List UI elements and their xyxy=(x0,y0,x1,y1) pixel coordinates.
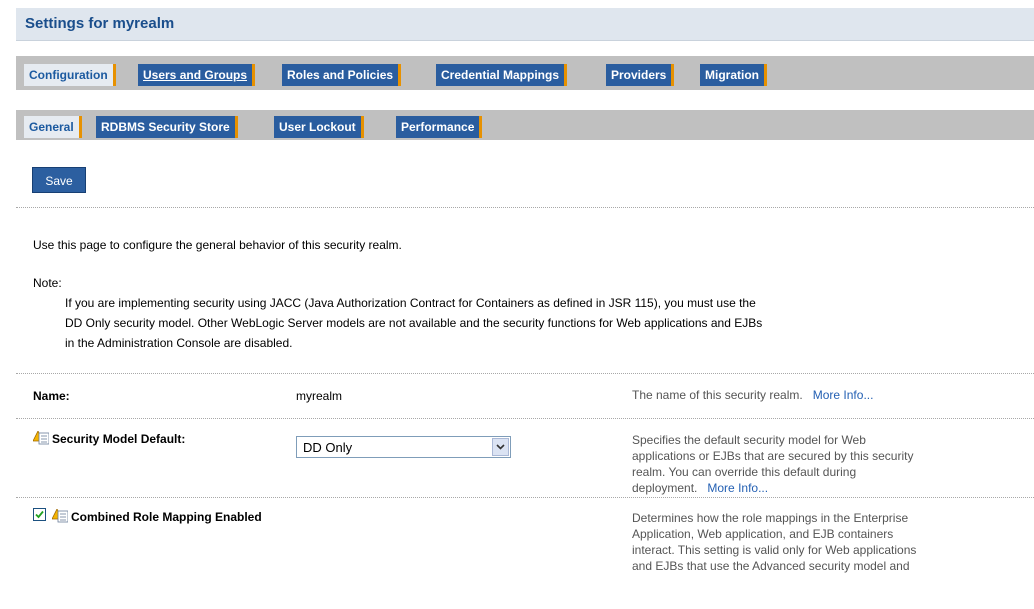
tab-configuration[interactable]: Configuration xyxy=(24,64,116,86)
name-value: myrealm xyxy=(296,389,343,403)
name-help: The name of this security realm. More In… xyxy=(632,387,873,403)
security-model-help-line: deployment. More Info... xyxy=(632,481,769,495)
tab-credential-mappings[interactable]: Credential Mappings xyxy=(436,64,568,86)
combined-role-help: Determines how the role mappings in the … xyxy=(632,510,916,574)
page-title: Settings for myrealm xyxy=(25,15,175,32)
dynamic-setting-icon xyxy=(32,430,50,445)
combined-role-help-line: interact. This setting is valid only for… xyxy=(632,543,917,557)
tab-user-lockout[interactable]: User Lockout xyxy=(274,116,364,138)
name-more-info-link[interactable]: More Info... xyxy=(813,388,874,402)
security-model-help-line: Specifies the default security model for… xyxy=(632,433,866,447)
security-model-select[interactable]: DD Only xyxy=(296,436,511,458)
tab-rdbms-security-store[interactable]: RDBMS Security Store xyxy=(96,116,238,138)
security-model-selected: DD Only xyxy=(303,440,353,455)
save-button[interactable]: Save xyxy=(32,167,86,193)
divider xyxy=(16,373,1034,375)
note-line-2: DD Only security model. Other WebLogic S… xyxy=(65,316,763,330)
security-model-label-text: Security Model Default: xyxy=(52,432,186,446)
note-label: Note: xyxy=(33,276,62,290)
page-header: Settings for myrealm xyxy=(16,8,1034,41)
name-help-text: The name of this security realm. xyxy=(632,388,803,402)
tab-performance[interactable]: Performance xyxy=(396,116,483,138)
tab-providers[interactable]: Providers xyxy=(606,64,675,86)
chevron-down-icon[interactable] xyxy=(492,438,509,456)
divider xyxy=(16,207,1034,208)
combined-role-label: Combined Role Mapping Enabled xyxy=(51,508,262,524)
tab-roles-and-policies[interactable]: Roles and Policies xyxy=(282,64,402,86)
security-model-help: Specifies the default security model for… xyxy=(632,432,913,496)
page-description: Use this page to configure the general b… xyxy=(33,238,402,252)
main-tab-bar: Configuration Users and Groups Roles and… xyxy=(16,56,1034,90)
combined-role-help-line: Determines how the role mappings in the … xyxy=(632,511,909,525)
security-model-more-info-link[interactable]: More Info... xyxy=(707,481,768,495)
combined-role-help-line: Application, Web application, and EJB co… xyxy=(632,527,894,541)
divider xyxy=(16,418,1034,420)
tab-migration[interactable]: Migration xyxy=(700,64,767,86)
note-line-3: in the Administration Console are disabl… xyxy=(65,336,293,350)
combined-role-help-line: and EJBs that use the Advanced security … xyxy=(632,559,910,573)
security-model-help-line: realm. You can override this default dur… xyxy=(632,465,857,479)
dynamic-setting-icon xyxy=(51,508,69,523)
name-label: Name: xyxy=(33,389,70,403)
combined-role-label-text: Combined Role Mapping Enabled xyxy=(71,510,262,524)
divider xyxy=(16,497,1034,499)
sub-tab-bar: General RDBMS Security Store User Lockou… xyxy=(16,110,1034,140)
combined-role-mapping-checkbox[interactable] xyxy=(33,508,46,521)
tab-general[interactable]: General xyxy=(24,116,82,138)
tab-users-and-groups[interactable]: Users and Groups xyxy=(138,64,256,86)
security-model-label: Security Model Default: xyxy=(32,430,186,446)
note-line-1: If you are implementing security using J… xyxy=(65,296,756,310)
security-model-help-line: applications or EJBs that are secured by… xyxy=(632,449,914,463)
